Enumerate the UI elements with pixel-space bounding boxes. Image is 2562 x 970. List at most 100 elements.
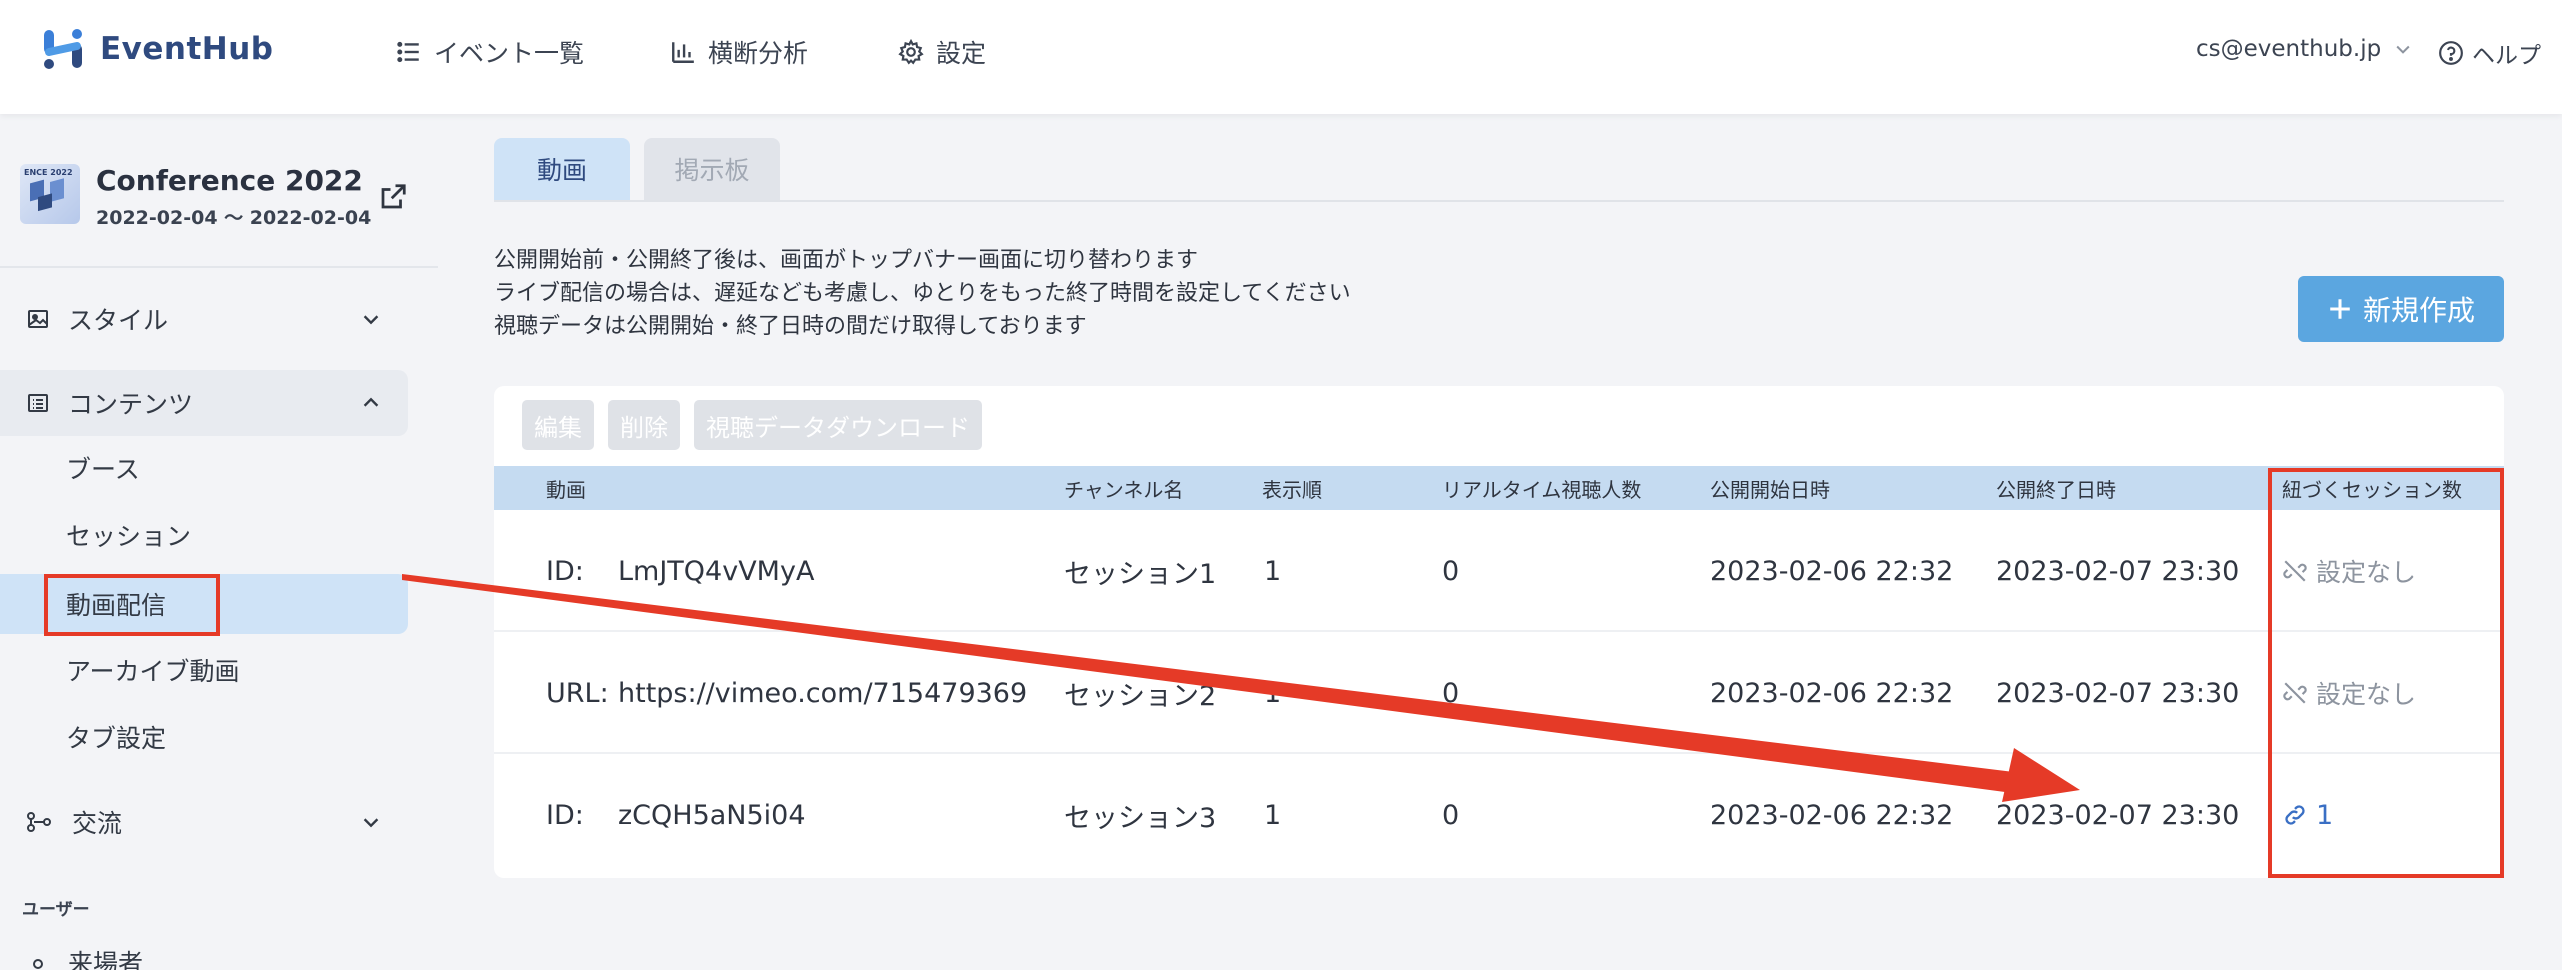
- sidebar-group-style-label: スタイル: [68, 306, 169, 335]
- bar-chart-icon: [672, 42, 694, 63]
- sidebar-group-interaction-label: 交流: [72, 809, 123, 838]
- publish-end: 2023-02-07 23:30: [1996, 677, 2240, 709]
- channel-name: セッション3: [1064, 802, 1217, 834]
- event-date: 2022-02-04 〜 2022-02-04: [96, 207, 372, 229]
- help-label: ヘルプ: [2472, 43, 2541, 69]
- gear-icon: [898, 39, 924, 65]
- notice-text: 公開開始前・公開終了後は、画面がトップバナー画面に切り替わります ライブ配信の場…: [494, 244, 1351, 343]
- delete-button[interactable]: 削除: [608, 400, 680, 450]
- content-tabs: 動画 掲示板: [494, 138, 780, 200]
- event-thumbnail: ENCE 2022: [20, 164, 80, 224]
- top-header: EventHub イベント一覧 横断分析 設定 cs@eventhub.jp ヘ…: [0, 0, 2562, 114]
- video-url-prefix: URL:: [546, 677, 609, 709]
- sidebar-item-label: ブース: [66, 455, 140, 484]
- question-circle-icon: [2439, 41, 2463, 65]
- user-email: cs@eventhub.jp: [2196, 36, 2382, 62]
- chevron-down-icon: [2396, 45, 2410, 54]
- column-header: チャンネル名: [1064, 477, 1184, 502]
- sidebar-group-contents-label: コンテンツ: [68, 390, 194, 419]
- sidebar-group-visitors-label: 来場者: [68, 949, 144, 970]
- nav-event-list[interactable]: イベント一覧: [396, 34, 584, 70]
- list-box-icon: [28, 394, 48, 412]
- video-url-value: https://vimeo.com/715479369: [618, 677, 1028, 709]
- notice-line: 公開開始前・公開終了後は、画面がトップバナー画面に切り替わります: [494, 248, 1199, 273]
- sidebar-group-contents[interactable]: コンテンツ: [0, 370, 408, 436]
- video-id-value: zCQH5aN5i04: [618, 799, 806, 831]
- sidebar-item-label: セッション: [66, 522, 192, 551]
- nav-event-list-label: イベント一覧: [434, 39, 585, 68]
- event-card: ENCE 2022 Conference 2022 2022-02-04 〜 2…: [20, 164, 371, 230]
- user-menu[interactable]: cs@eventhub.jp: [2196, 36, 2413, 62]
- nav-settings-label: 設定: [936, 39, 987, 68]
- table-row[interactable]: ID: LmJTQ4vVMyA セッション1 1 0 2023-02-06 22…: [494, 510, 2504, 632]
- realtime-viewers: 0: [1442, 677, 1460, 709]
- create-new-button[interactable]: 新規作成: [2298, 276, 2504, 342]
- tab-board[interactable]: 掲示板: [644, 138, 780, 200]
- publish-start: 2023-02-06 22:32: [1710, 799, 1954, 831]
- sidebar-item-booth[interactable]: ブース: [0, 438, 408, 498]
- notice-line: ライブ配信の場合は、遅延なども考慮し、ゆとりをもった終了時間を設定してください: [494, 281, 1351, 306]
- chevron-up-icon: [363, 397, 379, 407]
- annotation-highlight-sidebar: [44, 574, 220, 636]
- column-header: 動画: [546, 477, 586, 502]
- video-table-card: 編集 削除 視聴データダウンロード 動画 チャンネル名 表示順 リアルタイム視聴…: [494, 386, 2504, 878]
- nav-cross-analysis-label: 横断分析: [708, 39, 809, 68]
- tab-video-label: 動画: [536, 156, 587, 185]
- video-id-prefix: ID:: [546, 555, 584, 587]
- sidebar-item-session[interactable]: セッション: [0, 505, 408, 565]
- edit-button[interactable]: 編集: [522, 400, 594, 450]
- nav-cross-analysis[interactable]: 横断分析: [670, 34, 808, 70]
- chevron-down-icon: [363, 818, 379, 828]
- sidebar-group-interaction[interactable]: 交流: [0, 789, 408, 855]
- sidebar-group-visitors[interactable]: 来場者: [0, 940, 408, 970]
- sidebar-item-label: アーカイブ動画: [66, 657, 240, 686]
- sidebar-item-tab-settings[interactable]: タブ設定: [0, 707, 408, 767]
- publish-end: 2023-02-07 23:30: [1996, 799, 2240, 831]
- table-row[interactable]: ID: zCQH5aN5i04 セッション3 1 0 2023-02-06 22…: [494, 754, 2504, 876]
- publish-start: 2023-02-06 22:32: [1710, 677, 1954, 709]
- sidebar-item-archive-video[interactable]: アーカイブ動画: [0, 640, 408, 700]
- brand-name: EventHub: [100, 31, 274, 67]
- help-link[interactable]: ヘルプ: [2438, 36, 2541, 70]
- column-header: 公開終了日時: [1996, 477, 2116, 502]
- video-id-prefix: ID:: [546, 799, 584, 831]
- sidebar-group-style[interactable]: スタイル: [0, 286, 408, 352]
- channel-name: セッション2: [1064, 680, 1217, 712]
- list-icon: [397, 41, 419, 63]
- channel-name: セッション1: [1064, 558, 1217, 590]
- column-header: 表示順: [1262, 477, 1322, 502]
- annotation-highlight-column: [2268, 468, 2504, 878]
- external-link-icon[interactable]: [378, 182, 408, 212]
- eventhub-logo-icon: [44, 29, 82, 69]
- nav-settings[interactable]: 設定: [898, 34, 986, 70]
- publish-end: 2023-02-07 23:30: [1996, 555, 2240, 587]
- display-order: 1: [1264, 555, 1282, 587]
- video-id-value: LmJTQ4vVMyA: [618, 555, 815, 587]
- table-row[interactable]: URL: https://vimeo.com/715479369 セッション2 …: [494, 632, 2504, 754]
- chevron-down-icon: [363, 315, 379, 325]
- sidebar-divider: [0, 266, 438, 268]
- plus-icon: [2330, 299, 2350, 319]
- tab-underline: [494, 200, 2504, 202]
- table-header: 動画 チャンネル名 表示順 リアルタイム視聴人数 公開開始日時 公開終了日時 紐…: [494, 466, 2504, 510]
- tab-video[interactable]: 動画: [494, 138, 630, 200]
- tab-board-label: 掲示板: [674, 156, 750, 185]
- table-toolbar: 編集 削除 視聴データダウンロード: [522, 400, 982, 450]
- create-new-label: 新規作成: [2362, 294, 2475, 327]
- realtime-viewers: 0: [1442, 555, 1460, 587]
- column-header: 公開開始日時: [1710, 477, 1830, 502]
- network-icon: [27, 812, 51, 832]
- publish-start: 2023-02-06 22:32: [1710, 555, 1954, 587]
- notice-line: 視聴データは公開開始・終了日時の間だけ取得しております: [494, 314, 1087, 339]
- sidebar-item-label: タブ設定: [66, 724, 167, 753]
- image-icon: [28, 310, 48, 328]
- user-icon: [33, 959, 43, 969]
- display-order: 1: [1264, 799, 1282, 831]
- sidebar-section-users: ユーザー: [22, 900, 90, 920]
- brand-logo[interactable]: EventHub: [40, 26, 274, 72]
- realtime-viewers: 0: [1442, 799, 1460, 831]
- sidebar: ENCE 2022 Conference 2022 2022-02-04 〜 2…: [0, 114, 438, 970]
- column-header: リアルタイム視聴人数: [1442, 477, 1642, 502]
- event-name: Conference 2022: [96, 164, 363, 197]
- download-view-data-button[interactable]: 視聴データダウンロード: [694, 400, 982, 450]
